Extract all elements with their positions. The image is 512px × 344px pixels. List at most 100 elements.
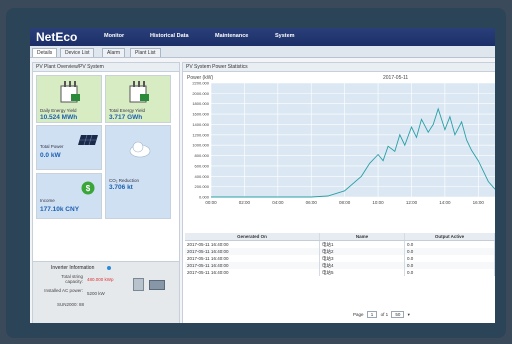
nav-monitor[interactable]: Monitor [104,33,124,39]
inverter-info-box: Inverter Information Total string capaci… [33,261,179,323]
plant-overview-panel: PV Plant Overview/PV System Daily Energy… [32,62,180,323]
y-tick-label: 1200.000 [192,132,209,137]
table-row[interactable]: 2017-05-11 16:40:00 电站4 0.0 [185,262,495,269]
installed-ac-value: 5200 kW [87,291,105,296]
table-cell: 2017-05-11 16:40:00 [185,269,320,276]
energy-meter-icon [129,81,149,103]
table-cell: 电站4 [319,262,405,269]
nav-maintenance[interactable]: Maintenance [215,33,248,39]
y-tick-label: 1400.000 [192,122,209,127]
tab-device-list[interactable]: Device List [60,48,95,57]
nav-historical-data[interactable]: Historical Data [150,33,189,39]
power-statistics-title: PV System Power Statistics [183,63,495,72]
table-cell: 2017-05-11 16:40:00 [185,240,320,248]
sun2000-count: SUN2000: 88 [57,302,85,307]
total-energy-card: Total Energy Yield 3.717 GWh [105,75,171,123]
total-power-label: Total Power [40,144,64,149]
info-icon[interactable] [107,266,111,270]
table-cell: 0.0 [404,248,495,255]
y-tick-label: 400.000 [195,174,210,179]
table-row[interactable]: 2017-05-11 16:40:00 电站2 0.0 [185,248,495,255]
string-capacity-value: 480.000 kWp [87,277,114,282]
energy-meter-icon [60,81,80,103]
top-navbar: NetEco Monitor Historical Data Maintenan… [30,28,495,46]
table-cell: 电站1 [319,240,405,248]
y-tick-label: 200.000 [195,184,210,189]
inverter-device-icon[interactable] [133,278,144,291]
table-cell: 电站3 [319,255,405,262]
total-power-value: 0.0 kW [40,152,61,159]
pager-label: Page [353,312,364,317]
dollar-coin-icon: $ [81,181,95,195]
total-energy-value: 3.717 GWh [109,114,143,121]
table-cell: 0.0 [404,262,495,269]
y-tick-label: 600.000 [195,163,210,168]
table-row[interactable]: 2017-05-11 16:40:00 电站3 0.0 [185,255,495,262]
output-table: Generated On Name Output Active 2017-05-… [185,233,495,276]
col-name[interactable]: Name [319,233,405,241]
y-tick-label: 800.000 [195,153,210,158]
col-output-active[interactable]: Output Active [404,233,495,241]
x-tick-label: 02:00 [239,200,251,204]
table-cell: 2017-05-11 16:40:00 [185,255,320,262]
page-total: of 1 [380,312,389,317]
plot-area [211,83,495,197]
page-size-select[interactable]: 50 [391,311,405,318]
table-cell: 2017-05-11 16:40:00 [185,262,320,269]
tab-bar: Details Device List Alarm Plant List [30,46,495,58]
x-tick-label: 08:00 [339,200,351,204]
nav-system[interactable]: System [275,33,295,39]
x-tick-label: 04:00 [272,200,284,204]
svg-text:$: $ [86,184,91,193]
co2-reduction-value: 3.706 kt [109,184,133,191]
table-cell: 0.0 [404,255,495,262]
table-cell: 2017-05-11 16:40:00 [185,248,320,255]
table-cell: 0.0 [404,240,495,248]
table-cell: 电站5 [319,269,405,276]
y-tick-label: 1000.000 [192,143,209,148]
plant-overview-title: PV Plant Overview/PV System [33,63,179,72]
solar-panel-icon [78,134,98,146]
pager: Page 1 of 1 50 ▾ [353,311,410,318]
app-logo: NetEco [36,30,78,44]
page-input[interactable]: 1 [366,311,378,318]
string-capacity-label: Total string capacity: [61,274,83,284]
tab-plant-list[interactable]: Plant List [130,48,161,57]
co2-reduction-card: CO₂ Reduction 3.706 kt [105,125,171,219]
tab-details[interactable]: Details [32,48,58,57]
inverter-cabinet-icon[interactable] [149,280,165,290]
daily-energy-value: 10.524 MWh [40,114,78,121]
tab-alarm[interactable]: Alarm [102,48,126,57]
power-line-chart: 2200.000 2000.000 1800.000 1600.000 1400.000… [192,81,495,204]
app-screen: NetEco Monitor Historical Data Maintenan… [30,28,495,323]
table-row[interactable]: 2017-05-11 16:40:00 电站1 0.0 [185,240,495,248]
chevron-down-icon[interactable]: ▾ [408,312,410,317]
table-row[interactable]: 2017-05-11 16:40:00 电站5 0.0 [185,269,495,276]
y-tick-label: 2200.000 [192,81,209,86]
x-tick-label: 12:00 [406,200,418,204]
total-energy-label: Total Energy Yield [109,108,146,113]
x-tick-label: 16:00 [473,200,485,204]
x-tick-label: 14:00 [439,200,451,204]
power-statistics-panel: PV System Power Statistics Power (kW) 20… [182,62,495,323]
co2-reduction-label: CO₂ Reduction [109,178,140,183]
income-card: $ Income 177.10k CNY [36,173,102,219]
daily-energy-label: Daily Energy Yield [40,108,77,113]
daily-energy-card: Daily Energy Yield 10.524 MWh [36,75,102,123]
y-tick-label: 1800.000 [192,101,209,106]
inverter-info-title: Inverter Information [51,265,95,271]
col-generated-on[interactable]: Generated On [185,233,320,241]
income-value: 177.10k CNY [40,206,80,213]
installed-ac-label: Installed AC power: [44,288,83,293]
y-tick-label: 2000.000 [192,91,209,96]
x-tick-label: 06:00 [306,200,318,204]
y-tick-label: 0.000 [199,195,210,200]
cloud-icon [129,141,151,158]
x-tick-label: 10:00 [372,200,384,204]
x-tick-label: 00:00 [205,200,217,204]
table-cell: 电站2 [319,248,405,255]
total-power-card: Total Power 0.0 kW [36,125,102,170]
income-label: Income [40,198,55,203]
table-cell: 0.0 [404,269,495,276]
y-tick-label: 1600.000 [192,112,209,117]
